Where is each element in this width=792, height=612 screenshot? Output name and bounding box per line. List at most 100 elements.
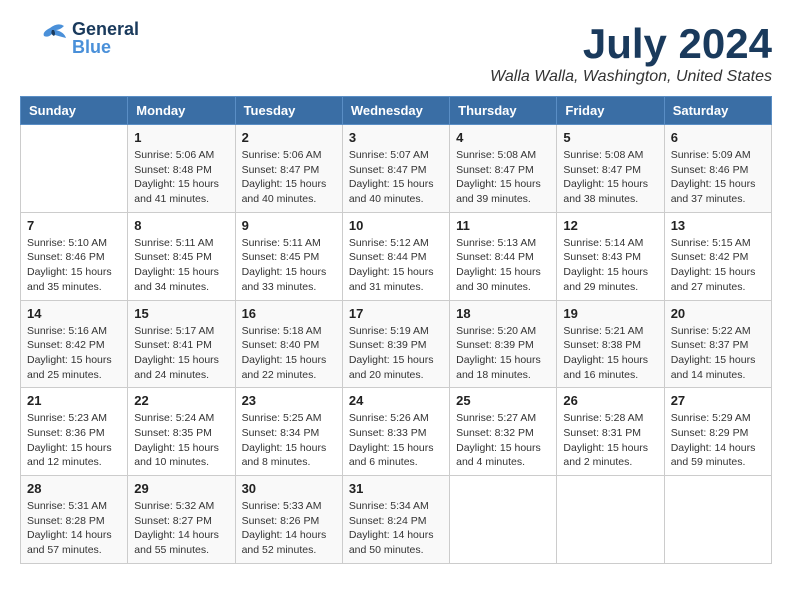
day-info: Sunrise: 5:33 AM Sunset: 8:26 PM Dayligh… — [242, 499, 336, 558]
day-number: 4 — [456, 130, 550, 145]
logo-blue: Blue — [72, 38, 139, 56]
calendar-cell: 25 Sunrise: 5:27 AM Sunset: 8:32 PM Dayli… — [450, 388, 557, 476]
col-header-sunday: Sunday — [21, 97, 128, 125]
day-number: 30 — [242, 481, 336, 496]
day-number: 22 — [134, 393, 228, 408]
calendar-cell — [664, 476, 771, 564]
calendar-cell: 4 Sunrise: 5:08 AM Sunset: 8:47 PM Daylig… — [450, 125, 557, 213]
day-number: 20 — [671, 306, 765, 321]
col-header-monday: Monday — [128, 97, 235, 125]
day-info: Sunrise: 5:10 AM Sunset: 8:46 PM Dayligh… — [27, 236, 121, 295]
calendar-cell: 2 Sunrise: 5:06 AM Sunset: 8:47 PM Daylig… — [235, 125, 342, 213]
day-number: 10 — [349, 218, 443, 233]
calendar-cell — [557, 476, 664, 564]
calendar-cell: 15Sunrise: 5:17 AM Sunset: 8:41 PM Dayli… — [128, 300, 235, 388]
day-info: Sunrise: 5:06 AM Sunset: 8:47 PM Dayligh… — [242, 148, 336, 207]
day-info: Sunrise: 5:13 AM Sunset: 8:44 PM Dayligh… — [456, 236, 550, 295]
calendar-cell: 12Sunrise: 5:14 AM Sunset: 8:43 PM Dayli… — [557, 212, 664, 300]
calendar-cell: 20 Sunrise: 5:22 AM Sunset: 8:37 PM Dayli… — [664, 300, 771, 388]
day-info: Sunrise: 5:06 AM Sunset: 8:48 PM Dayligh… — [134, 148, 228, 207]
day-number: 19 — [563, 306, 657, 321]
col-header-saturday: Saturday — [664, 97, 771, 125]
calendar-cell: 10Sunrise: 5:12 AM Sunset: 8:44 PM Dayli… — [342, 212, 449, 300]
title-block: July 2024 Walla Walla, Washington, Unite… — [490, 20, 772, 86]
day-info: Sunrise: 5:27 AM Sunset: 8:32 PM Dayligh… — [456, 411, 550, 470]
day-info: Sunrise: 5:22 AM Sunset: 8:37 PM Dayligh… — [671, 324, 765, 383]
calendar-cell: 27 Sunrise: 5:29 AM Sunset: 8:29 PM Dayli… — [664, 388, 771, 476]
calendar-cell: 21 Sunrise: 5:23 AM Sunset: 8:36 PM Dayli… — [21, 388, 128, 476]
calendar-week-row: 21 Sunrise: 5:23 AM Sunset: 8:36 PM Dayli… — [21, 388, 772, 476]
logo-text: General Blue — [72, 20, 139, 56]
calendar-week-row: 14 Sunrise: 5:16 AM Sunset: 8:42 PM Dayli… — [21, 300, 772, 388]
calendar-header-row: SundayMondayTuesdayWednesdayThursdayFrid… — [21, 97, 772, 125]
day-number: 9 — [242, 218, 336, 233]
day-number: 28 — [27, 481, 121, 496]
calendar-cell: 3Sunrise: 5:07 AM Sunset: 8:47 PM Daylig… — [342, 125, 449, 213]
day-info: Sunrise: 5:25 AM Sunset: 8:34 PM Dayligh… — [242, 411, 336, 470]
day-info: Sunrise: 5:09 AM Sunset: 8:46 PM Dayligh… — [671, 148, 765, 207]
day-number: 1 — [134, 130, 228, 145]
day-info: Sunrise: 5:11 AM Sunset: 8:45 PM Dayligh… — [134, 236, 228, 295]
calendar-cell: 6Sunrise: 5:09 AM Sunset: 8:46 PM Daylig… — [664, 125, 771, 213]
calendar-cell: 24 Sunrise: 5:26 AM Sunset: 8:33 PM Dayli… — [342, 388, 449, 476]
day-number: 16 — [242, 306, 336, 321]
calendar-cell: 8 Sunrise: 5:11 AM Sunset: 8:45 PM Daylig… — [128, 212, 235, 300]
day-info: Sunrise: 5:29 AM Sunset: 8:29 PM Dayligh… — [671, 411, 765, 470]
day-number: 26 — [563, 393, 657, 408]
day-number: 31 — [349, 481, 443, 496]
day-number: 21 — [27, 393, 121, 408]
day-info: Sunrise: 5:08 AM Sunset: 8:47 PM Dayligh… — [563, 148, 657, 207]
day-info: Sunrise: 5:08 AM Sunset: 8:47 PM Dayligh… — [456, 148, 550, 207]
calendar-table: SundayMondayTuesdayWednesdayThursdayFrid… — [20, 96, 772, 564]
day-number: 23 — [242, 393, 336, 408]
calendar-cell: 31 Sunrise: 5:34 AM Sunset: 8:24 PM Dayli… — [342, 476, 449, 564]
location-title: Walla Walla, Washington, United States — [490, 68, 772, 86]
calendar-cell: 7 Sunrise: 5:10 AM Sunset: 8:46 PM Daylig… — [21, 212, 128, 300]
col-header-thursday: Thursday — [450, 97, 557, 125]
logo: General Blue — [20, 20, 139, 56]
day-number: 3 — [349, 130, 443, 145]
day-info: Sunrise: 5:23 AM Sunset: 8:36 PM Dayligh… — [27, 411, 121, 470]
calendar-cell: 18 Sunrise: 5:20 AM Sunset: 8:39 PM Dayli… — [450, 300, 557, 388]
calendar-cell: 17 Sunrise: 5:19 AM Sunset: 8:39 PM Dayli… — [342, 300, 449, 388]
day-number: 8 — [134, 218, 228, 233]
day-info: Sunrise: 5:21 AM Sunset: 8:38 PM Dayligh… — [563, 324, 657, 383]
day-number: 24 — [349, 393, 443, 408]
calendar-cell: 11 Sunrise: 5:13 AM Sunset: 8:44 PM Dayli… — [450, 212, 557, 300]
day-number: 18 — [456, 306, 550, 321]
page-header: General Blue July 2024 Walla Walla, Wash… — [20, 20, 772, 86]
calendar-cell: 1 Sunrise: 5:06 AM Sunset: 8:48 PM Daylig… — [128, 125, 235, 213]
day-number: 7 — [27, 218, 121, 233]
calendar-cell: 13Sunrise: 5:15 AM Sunset: 8:42 PM Dayli… — [664, 212, 771, 300]
day-info: Sunrise: 5:20 AM Sunset: 8:39 PM Dayligh… — [456, 324, 550, 383]
day-number: 14 — [27, 306, 121, 321]
day-number: 5 — [563, 130, 657, 145]
logo-general: General — [72, 20, 139, 38]
day-number: 12 — [563, 218, 657, 233]
calendar-cell: 19 Sunrise: 5:21 AM Sunset: 8:38 PM Dayli… — [557, 300, 664, 388]
calendar-cell: 9Sunrise: 5:11 AM Sunset: 8:45 PM Daylig… — [235, 212, 342, 300]
calendar-cell: 22 Sunrise: 5:24 AM Sunset: 8:35 PM Dayli… — [128, 388, 235, 476]
day-number: 2 — [242, 130, 336, 145]
month-title: July 2024 — [490, 20, 772, 68]
logo-icon — [20, 20, 68, 56]
day-info: Sunrise: 5:26 AM Sunset: 8:33 PM Dayligh… — [349, 411, 443, 470]
day-number: 29 — [134, 481, 228, 496]
day-number: 25 — [456, 393, 550, 408]
day-number: 17 — [349, 306, 443, 321]
day-info: Sunrise: 5:18 AM Sunset: 8:40 PM Dayligh… — [242, 324, 336, 383]
day-info: Sunrise: 5:24 AM Sunset: 8:35 PM Dayligh… — [134, 411, 228, 470]
day-info: Sunrise: 5:31 AM Sunset: 8:28 PM Dayligh… — [27, 499, 121, 558]
day-info: Sunrise: 5:19 AM Sunset: 8:39 PM Dayligh… — [349, 324, 443, 383]
calendar-cell: 16 Sunrise: 5:18 AM Sunset: 8:40 PM Dayli… — [235, 300, 342, 388]
calendar-cell — [450, 476, 557, 564]
day-number: 13 — [671, 218, 765, 233]
calendar-cell: 26Sunrise: 5:28 AM Sunset: 8:31 PM Dayli… — [557, 388, 664, 476]
day-info: Sunrise: 5:17 AM Sunset: 8:41 PM Dayligh… — [134, 324, 228, 383]
day-info: Sunrise: 5:16 AM Sunset: 8:42 PM Dayligh… — [27, 324, 121, 383]
day-number: 27 — [671, 393, 765, 408]
calendar-week-row: 7 Sunrise: 5:10 AM Sunset: 8:46 PM Daylig… — [21, 212, 772, 300]
col-header-tuesday: Tuesday — [235, 97, 342, 125]
day-number: 11 — [456, 218, 550, 233]
day-info: Sunrise: 5:34 AM Sunset: 8:24 PM Dayligh… — [349, 499, 443, 558]
